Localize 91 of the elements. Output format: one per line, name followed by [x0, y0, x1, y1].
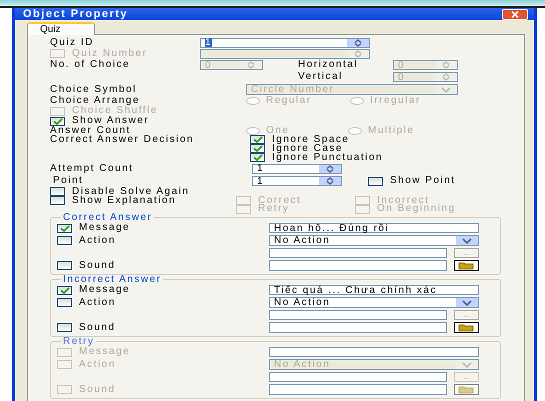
field-label: Point	[53, 176, 84, 186]
checkbox[interactable]	[57, 261, 72, 270]
field-label: Correct Answer Decision	[50, 134, 194, 144]
field-label: Choice Arrange	[50, 96, 140, 106]
sound-field[interactable]	[269, 322, 447, 333]
spin-field[interactable]: 1	[252, 164, 342, 174]
field-label: Vertical	[298, 72, 343, 82]
checkbox-label: Correct	[258, 196, 302, 206]
checkbox[interactable]	[250, 135, 265, 144]
tab[interactable]: Quiz	[27, 22, 95, 35]
folder-icon	[458, 262, 476, 270]
checkbox-label: Action	[79, 360, 116, 370]
caret-icon	[441, 86, 451, 92]
checkbox[interactable]	[57, 224, 72, 232]
folder-button[interactable]	[454, 322, 479, 333]
action-dropdown[interactable]: No Action	[269, 297, 479, 308]
spin-arrows-icon	[353, 38, 363, 46]
group-title: Retry	[62, 337, 96, 346]
checkbox[interactable]	[50, 116, 65, 126]
field-label: No. of Choice	[50, 60, 130, 70]
field-label: Answer Count	[50, 126, 131, 136]
group-title: Incorrect Answer	[62, 275, 162, 284]
caret-icon	[462, 300, 472, 306]
caret-icon	[462, 238, 472, 244]
checkbox[interactable]	[57, 286, 72, 294]
spin-arrows-icon	[353, 50, 363, 58]
spin-button[interactable]	[319, 164, 341, 172]
checkbox-label: Message	[79, 223, 130, 233]
spin-button[interactable]	[347, 38, 369, 46]
checkbox-label: Message	[79, 285, 130, 295]
close-icon	[511, 10, 519, 18]
checkbox[interactable]	[250, 153, 265, 162]
checkbox-label: Ignore Punctuation	[272, 152, 383, 162]
radio-label: One	[266, 126, 290, 136]
spin-field[interactable]: 1	[252, 176, 342, 186]
checkbox-label: Action	[79, 298, 116, 308]
checkbox-label: Sound	[79, 384, 116, 394]
checkbox-label: On Beginning	[377, 204, 456, 214]
check-icon	[60, 224, 70, 232]
dropdown-button[interactable]	[456, 298, 478, 307]
field-label: Horizontal	[298, 60, 358, 70]
action-dropdown[interactable]: No Action	[269, 235, 479, 246]
spin-field[interactable]: 1	[200, 38, 370, 48]
sound-field[interactable]	[269, 260, 447, 271]
checkbox[interactable]	[50, 187, 65, 196]
checkbox-label: Choice Shuffle	[72, 106, 158, 116]
spin-arrows-icon	[325, 177, 335, 185]
field-label: Choice Symbol	[50, 84, 137, 94]
path-field[interactable]	[269, 310, 447, 320]
checkbox-label: Show Point	[390, 176, 456, 186]
caret-icon	[462, 362, 472, 368]
checkbox-label: Incorrect	[377, 196, 430, 206]
checkbox-label: Disable Solve Again	[72, 186, 190, 196]
check-icon	[60, 286, 70, 294]
radio-label: Regular	[266, 96, 312, 106]
checkbox-label: Quiz Number	[72, 48, 148, 58]
checkbox[interactable]	[57, 323, 72, 332]
folder-button[interactable]	[454, 260, 479, 271]
spin-button[interactable]	[319, 177, 341, 185]
close-button[interactable]	[502, 8, 528, 20]
field-label: Attempt Count	[50, 164, 134, 174]
radio-label: Irregular	[370, 96, 421, 106]
checkbox[interactable]	[250, 144, 265, 153]
spin-arrows-icon	[441, 73, 451, 81]
checkbox-label: Sound	[79, 260, 116, 270]
checkbox[interactable]	[368, 176, 383, 186]
folder-icon	[458, 324, 476, 332]
checkbox[interactable]	[57, 236, 72, 245]
dropdown-button[interactable]	[456, 236, 478, 245]
spin-arrows-icon	[246, 61, 256, 69]
path-field[interactable]	[269, 248, 447, 258]
check-icon	[52, 118, 62, 124]
checkbox-label: Retry	[258, 204, 290, 214]
window-title: Object Property	[23, 8, 128, 20]
checkbox-label: Show Explanation	[72, 196, 176, 206]
message-field[interactable]: Hoan hô... Đúng rồi	[269, 223, 479, 233]
folder-icon	[458, 386, 476, 394]
checkbox-label: Show Answer	[72, 116, 150, 126]
field-label: Quiz ID	[50, 38, 94, 48]
message-field[interactable]: Tiếc quá ... Chưa chính xác	[269, 285, 479, 295]
radio-label: Multiple	[368, 126, 414, 136]
checkbox-label: Ignore Case	[272, 144, 343, 154]
checkbox-label: Action	[79, 236, 116, 246]
checkbox-label: Message	[79, 347, 130, 357]
group-title: Correct Answer	[62, 213, 154, 222]
checkbox[interactable]	[57, 298, 72, 307]
spin-arrows-icon	[441, 61, 451, 69]
checkbox[interactable]	[50, 196, 65, 205]
spin-arrows-icon	[325, 164, 335, 172]
checkbox-label: Ignore Space	[272, 134, 350, 144]
checkbox-label: Sound	[79, 322, 116, 332]
